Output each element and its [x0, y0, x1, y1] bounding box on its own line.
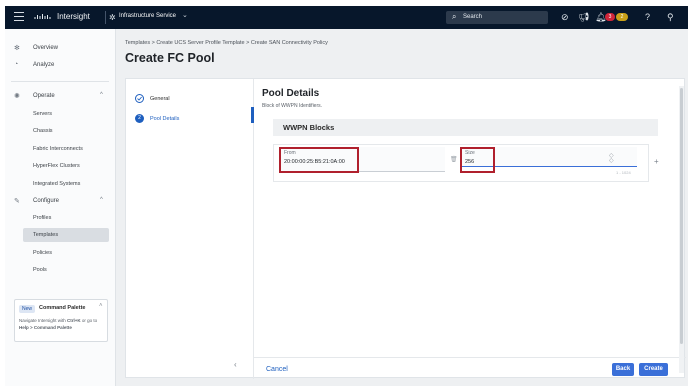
wizard-steps: General 2 Pool Details ‹ — [126, 79, 254, 379]
sidebar-item-label: Analyze — [33, 62, 55, 68]
wwpn-blocks-title: WWPN Blocks — [283, 123, 335, 132]
size-range-hint: 1 - 1024 — [616, 170, 631, 175]
page-title: Create FC Pool — [125, 51, 215, 65]
sidebar-item-integrated-systems[interactable]: Integrated Systems — [23, 177, 109, 191]
sidebar-item-templates[interactable]: Templates — [23, 228, 109, 242]
wrench-icon: ✎ — [14, 198, 20, 205]
footer-divider — [254, 357, 686, 358]
app-window: Intersight ✲ Infrastructure Service ⌄ ⌕ … — [5, 6, 688, 386]
sidebar-item-label: Overview — [33, 45, 59, 51]
sidebar-item-hyperflex-clusters[interactable]: HyperFlex Clusters — [23, 159, 109, 173]
breadcrumb[interactable]: Templates > Create UCS Server Profile Te… — [125, 40, 328, 46]
sidebar-item-analyze[interactable]: ◔ Analyze — [5, 59, 116, 73]
search-label: Search — [463, 14, 483, 20]
sidebar-item-pools[interactable]: Pools — [23, 263, 109, 277]
check-circle-icon[interactable]: ⊘ — [561, 11, 569, 23]
user-icon[interactable]: ⚲ — [667, 11, 674, 23]
chevron-left-icon[interactable]: ‹ — [234, 360, 237, 369]
cancel-button[interactable]: Cancel — [266, 366, 288, 373]
chevron-up-icon: ^ — [100, 197, 103, 203]
service-icon: ✲ — [109, 13, 116, 22]
palette-title: Command Palette — [39, 305, 86, 311]
operate-icon: ✺ — [14, 93, 20, 100]
size-stepper[interactable]: ◇ ◇ — [609, 153, 614, 164]
sidebar-item-label: Operate — [33, 93, 55, 99]
sidebar-item-label: HyperFlex Clusters — [33, 163, 80, 169]
sidebar-item-overview[interactable]: ✻ Overview — [5, 42, 116, 56]
wizard-card: General 2 Pool Details ‹ Pool Details Bl… — [125, 78, 686, 379]
sidebar-item-label: Policies — [33, 250, 52, 256]
sidebar-item-servers[interactable]: Servers — [23, 107, 109, 121]
wwpn-blocks-header: WWPN Blocks — [273, 119, 658, 136]
sidebar-item-policies[interactable]: Policies — [23, 246, 109, 260]
sidebar: ✻ Overview ◔ Analyze ✺ Operate ^ Servers… — [5, 29, 116, 386]
search-input[interactable]: ⌕ Search — [446, 11, 548, 24]
add-block-icon[interactable]: + — [654, 157, 659, 166]
divider — [105, 11, 106, 24]
analyze-icon: ◔ — [14, 61, 19, 68]
chevron-up-icon: ^ — [100, 92, 103, 98]
section-description: Block of WWPN Identifiers. — [262, 103, 323, 109]
sidebar-item-fabric-interconnects[interactable]: Fabric Interconnects — [23, 142, 109, 156]
sidebar-item-profiles[interactable]: Profiles — [23, 211, 109, 225]
step-label: Pool Details — [150, 116, 180, 122]
sidebar-item-chassis[interactable]: Chassis — [23, 124, 109, 138]
step-number: 2 — [135, 114, 144, 123]
cisco-logo — [34, 14, 51, 19]
from-highlight — [279, 147, 359, 173]
menu-icon[interactable] — [14, 12, 24, 22]
scrollbar[interactable] — [679, 86, 684, 373]
chevron-down-icon[interactable]: ⌄ — [182, 11, 188, 19]
help-icon[interactable]: ? — [645, 11, 650, 23]
sidebar-item-label: Templates — [33, 232, 59, 238]
check-icon — [135, 94, 144, 103]
command-palette-card[interactable]: New Command Palette ˄ Navigate Intersigh… — [14, 299, 108, 342]
step-label: General — [150, 96, 170, 102]
sidebar-item-label: Integrated Systems — [33, 181, 81, 187]
sidebar-item-label: Configure — [33, 198, 60, 204]
scrollbar-thumb[interactable] — [680, 88, 683, 344]
sidebar-item-operate[interactable]: ✺ Operate ^ — [5, 90, 116, 104]
overview-icon: ✻ — [14, 45, 20, 52]
sidebar-item-configure[interactable]: ✎ Configure ^ — [5, 195, 116, 209]
sidebar-item-label: Fabric Interconnects — [33, 146, 83, 152]
app-title: Intersight — [57, 12, 90, 21]
chevron-up-icon[interactable]: ˄ — [99, 303, 103, 309]
sidebar-item-label: Chassis — [33, 128, 53, 134]
service-selector[interactable]: Infrastructure Service — [119, 13, 176, 19]
new-badge: New — [19, 305, 36, 313]
trash-icon[interactable]: 🗑︎ — [450, 156, 458, 163]
wwpn-block-row: From 20:00:00:25:B5:21:0A:00 🗑︎ Size 256… — [273, 144, 649, 182]
sidebar-item-label: Pools — [33, 267, 47, 273]
top-bar: Intersight ✲ Infrastructure Service ⌄ ⌕ … — [5, 6, 688, 29]
divider — [11, 81, 109, 82]
alarm-critical-badge[interactable]: 3 — [605, 13, 615, 21]
pool-details-panel: Pool Details Block of WWPN Identifiers. … — [254, 79, 686, 379]
search-icon: ⌕ — [452, 12, 457, 21]
palette-description: Navigate Intersight with Ctrl+K or go to… — [19, 318, 98, 330]
alarm-warning-badge[interactable]: 2 — [616, 13, 628, 21]
sidebar-item-label: Profiles — [33, 215, 52, 221]
size-highlight — [460, 147, 495, 173]
create-button[interactable]: Create — [639, 363, 668, 376]
back-button[interactable]: Back — [612, 363, 634, 376]
megaphone-icon[interactable]: 📢︎ — [578, 11, 589, 23]
sidebar-item-label: Servers — [33, 111, 52, 117]
section-title: Pool Details — [262, 88, 320, 99]
